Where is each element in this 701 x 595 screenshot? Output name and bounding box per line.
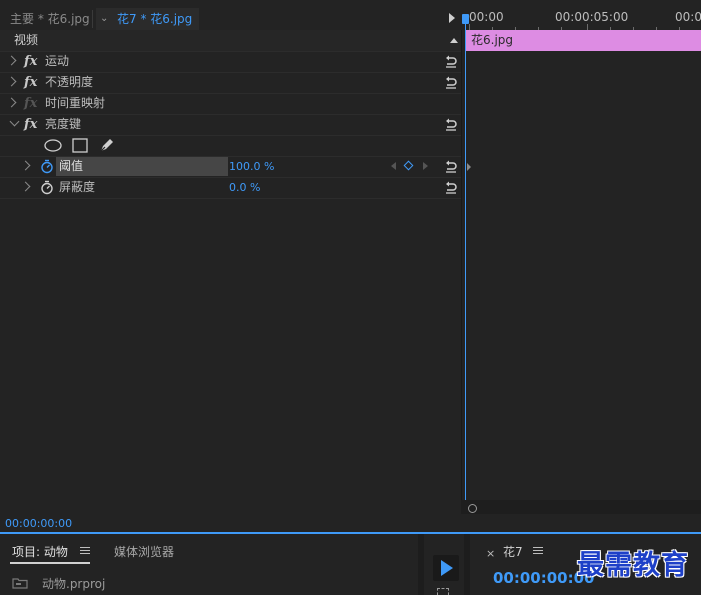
track-select-icon[interactable] — [437, 588, 449, 595]
chevron-right-icon[interactable] — [20, 160, 31, 171]
effect-row-motion[interactable]: fx 运动 — [0, 51, 461, 73]
reset-icon[interactable] — [444, 117, 458, 131]
collapse-up-icon[interactable] — [450, 38, 458, 43]
keyframe-marker-icon[interactable] — [467, 163, 471, 171]
zoom-handle-icon[interactable] — [468, 504, 477, 513]
param-row-cutoff[interactable]: 屏蔽度 0.0 % — [0, 177, 461, 199]
section-video-label: 视频 — [14, 33, 39, 47]
pen-mask-icon[interactable] — [99, 137, 115, 153]
effect-row-time-remap[interactable]: fx 时间重映射 — [0, 93, 461, 115]
timeline-clip-label: 花6.jpg — [471, 33, 514, 47]
chevron-down-icon[interactable]: ⌄ — [100, 8, 108, 30]
chevron-right-icon[interactable] — [6, 55, 17, 66]
chevron-right-icon[interactable] — [6, 76, 17, 87]
effect-row-luma-key[interactable]: fx 亮度键 — [0, 114, 461, 136]
panel-menu-icon[interactable] — [533, 547, 543, 556]
timeline-scrollbar[interactable] — [461, 500, 701, 514]
stopwatch-icon[interactable] — [40, 180, 54, 195]
prev-keyframe-icon[interactable] — [391, 162, 396, 170]
rectangle-mask-icon[interactable] — [72, 138, 88, 153]
tab-divider — [92, 10, 93, 28]
fx-icon[interactable]: fx — [24, 72, 37, 93]
folder-icon — [12, 578, 28, 589]
tab-master-clip[interactable]: 主要 * 花6.jpg — [10, 8, 90, 30]
chevron-right-icon[interactable] — [20, 181, 31, 192]
current-timecode[interactable]: 00:00:00:00 — [5, 517, 72, 530]
effect-label: 不透明度 — [45, 75, 94, 89]
param-label: 屏蔽度 — [59, 180, 96, 194]
tab-media-browser[interactable]: 媒体浏览器 — [114, 543, 174, 560]
timeline-clip[interactable]: 花6.jpg — [466, 30, 701, 51]
reset-icon[interactable] — [444, 159, 458, 173]
effect-label: 运动 — [45, 54, 70, 68]
param-value[interactable]: 100.0 % — [229, 156, 274, 177]
effect-label: 时间重映射 — [45, 96, 106, 110]
mask-tools-row — [0, 135, 461, 157]
param-value[interactable]: 0.0 % — [229, 177, 260, 198]
ruler-label: 00:00 — [675, 10, 701, 24]
section-video: 视频 — [0, 30, 461, 52]
effect-controls-header: 主要 * 花6.jpg ⌄ 花7 * 花6.jpg — [0, 8, 460, 30]
effect-label: 亮度键 — [45, 117, 82, 131]
ellipse-mask-icon[interactable] — [44, 139, 62, 152]
selection-tool-button[interactable] — [433, 555, 459, 581]
project-file-name[interactable]: 动物.prproj — [42, 575, 105, 592]
panel-splitter[interactable] — [461, 30, 462, 514]
ruler-label: 00:00 — [469, 10, 504, 24]
chevron-down-icon[interactable] — [9, 116, 20, 127]
tab-sequence-clip-label: 花7 * 花6.jpg — [117, 12, 193, 26]
fx-icon[interactable]: fx — [24, 114, 37, 135]
effect-row-opacity[interactable]: fx 不透明度 — [0, 72, 461, 94]
tab-sequence-clip[interactable]: ⌄ 花7 * 花6.jpg — [96, 8, 199, 30]
watermark-logo: 最需教育 — [577, 550, 689, 581]
selection-arrow-icon — [441, 560, 453, 576]
playhead[interactable] — [465, 18, 466, 500]
active-tab-underline — [10, 562, 90, 564]
close-icon[interactable]: × — [486, 547, 495, 560]
reset-icon[interactable] — [444, 180, 458, 194]
panel-menu-icon[interactable] — [80, 547, 90, 556]
timeline-ruler[interactable]: 00:00 00:00:05:00 00:00 — [465, 8, 701, 30]
add-keyframe-icon[interactable] — [403, 160, 414, 171]
tab-project[interactable]: 项目: 动物 — [12, 543, 68, 560]
play-icon[interactable] — [449, 13, 455, 23]
reset-icon[interactable] — [444, 54, 458, 68]
ruler-label: 00:00:05:00 — [555, 10, 629, 24]
param-label: 阈值 — [59, 159, 84, 173]
param-row-threshold[interactable]: 阈值 100.0 % — [0, 156, 461, 178]
reset-icon[interactable] — [444, 75, 458, 89]
sequence-tab[interactable]: 花7 — [503, 543, 523, 560]
fx-icon: fx — [24, 96, 38, 111]
fx-icon[interactable]: fx — [24, 51, 37, 72]
playhead-handle[interactable] — [462, 14, 469, 24]
next-keyframe-icon[interactable] — [423, 162, 428, 170]
chevron-right-icon[interactable] — [6, 97, 17, 108]
stopwatch-icon[interactable] — [40, 159, 54, 174]
